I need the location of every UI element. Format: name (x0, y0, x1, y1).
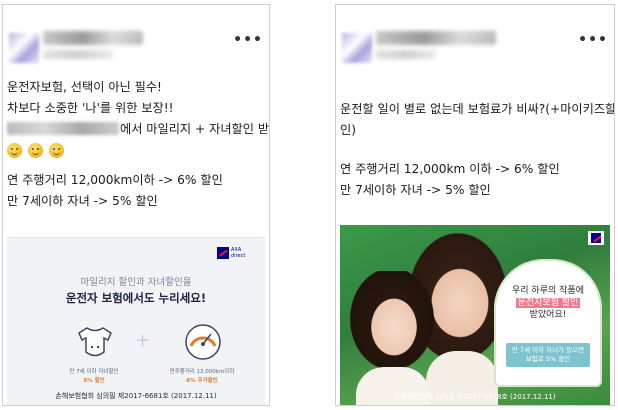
redacted-brand-name (7, 122, 119, 135)
plus-icon: + (135, 330, 151, 351)
more-options-icon[interactable]: ••• (233, 33, 263, 47)
panel-line-1: 우리 하루의 작품에 (512, 286, 584, 296)
axa-logo-icon: AXA direct (217, 246, 257, 260)
left-ad-title: 운전자 보험에서도 누리세요! (65, 291, 207, 305)
panel-line-2: 운전자보험 할인 (515, 298, 581, 308)
left-ad-subtitle: 마일리지 할인과 자녀할인을 (80, 277, 192, 288)
left-post-line-3: 에서 마일리지 + 자녀할인 받으세요! (7, 119, 269, 140)
right-post-card: ••• 운전할 일이 별로 없는데 보험료가 비싸?(+마이키즈할 인) 연 주… (335, 4, 615, 406)
right-post-meta-blurred (376, 50, 436, 59)
right-post-profile[interactable] (342, 23, 542, 65)
panel-line-3: 받았어요! (529, 310, 567, 320)
left-post-line-1: 운전자보험, 선택이 아닌 필수! (7, 80, 162, 94)
feature-mileage-discount: 연주행거리 12,000km이하 6% 추가할인 (169, 369, 235, 384)
left-post-line-2: 차보다 소중한 '나'를 위한 보장!! (7, 101, 174, 115)
left-post-card: ••• 운전자보험, 선택이 아닌 필수! 차보다 소중한 '나'를 위한 보장… (2, 4, 270, 406)
left-ad-banner[interactable]: AXA direct 마일리지 할인과 자녀할인을 운전자 보험에서도 누리세요!… (7, 237, 265, 405)
axa-logo-icon (588, 231, 604, 245)
left-post-profile[interactable] (9, 23, 209, 65)
more-options-icon[interactable]: ••• (578, 33, 608, 47)
right-post-line-4: 만 7세이하 자녀 -> 5% 할인 (340, 183, 491, 197)
panel-discount-box: 만 7세 이하 자녀가 있으면 보험료 5% 할인 (506, 343, 590, 367)
right-ad-image[interactable]: 우리 하루의 작품에 운전자보험 할인 받았어요! 만 7세 이하 자녀가 있으… (340, 225, 610, 405)
right-post-line-1: 운전할 일이 별로 없는데 보험료가 비싸?(+마이키즈할 (340, 102, 615, 116)
left-post-name-blurred[interactable] (43, 31, 143, 45)
right-post-line-2: 인) (340, 123, 356, 137)
left-post-body: 운전자보험, 선택이 아닌 필수! 차보다 소중한 '나'를 위한 보장!! 에… (7, 77, 269, 212)
right-post-line-3: 연 주행거리 12,000km 이하 -> 6% 할인 (340, 162, 560, 176)
left-post-avatar-blurred[interactable] (9, 33, 39, 63)
right-post-avatar-blurred[interactable] (342, 33, 372, 63)
left-ad-footer: 손해보험협회 심의필 제2017-6681호 (2017.12.11) (55, 392, 217, 400)
baby-bodysuit-icon (78, 327, 112, 357)
smile-emoji-icon (7, 143, 22, 158)
smile-emoji-icon (28, 143, 43, 158)
right-post-body: 운전할 일이 별로 없는데 보험료가 비싸?(+마이키즈할 인) 연 주행거리 … (340, 99, 615, 201)
ad-photo-child (342, 271, 438, 405)
left-post-meta-blurred (43, 50, 113, 59)
smile-emoji-icon (49, 143, 64, 158)
right-post-name-blurred[interactable] (376, 31, 496, 45)
left-post-line-5: 만 7세이하 자녀 -> 5% 할인 (7, 194, 158, 208)
right-ad-footer: 손해보험협회 심의필 제2017-6678호 (2017.12.11) (394, 393, 556, 401)
feature-child-discount: 만 7세 이하 자녀할인 5% 할인 (69, 369, 119, 384)
emoji-row (7, 140, 265, 162)
left-post-line-4: 연 주행거리 12,000km이하 -> 6% 할인 (7, 173, 223, 187)
ad-message-panel: 우리 하루의 작품에 운전자보험 할인 받았어요! 만 7세 이하 자녀가 있으… (494, 259, 602, 387)
speedometer-icon (185, 324, 221, 360)
